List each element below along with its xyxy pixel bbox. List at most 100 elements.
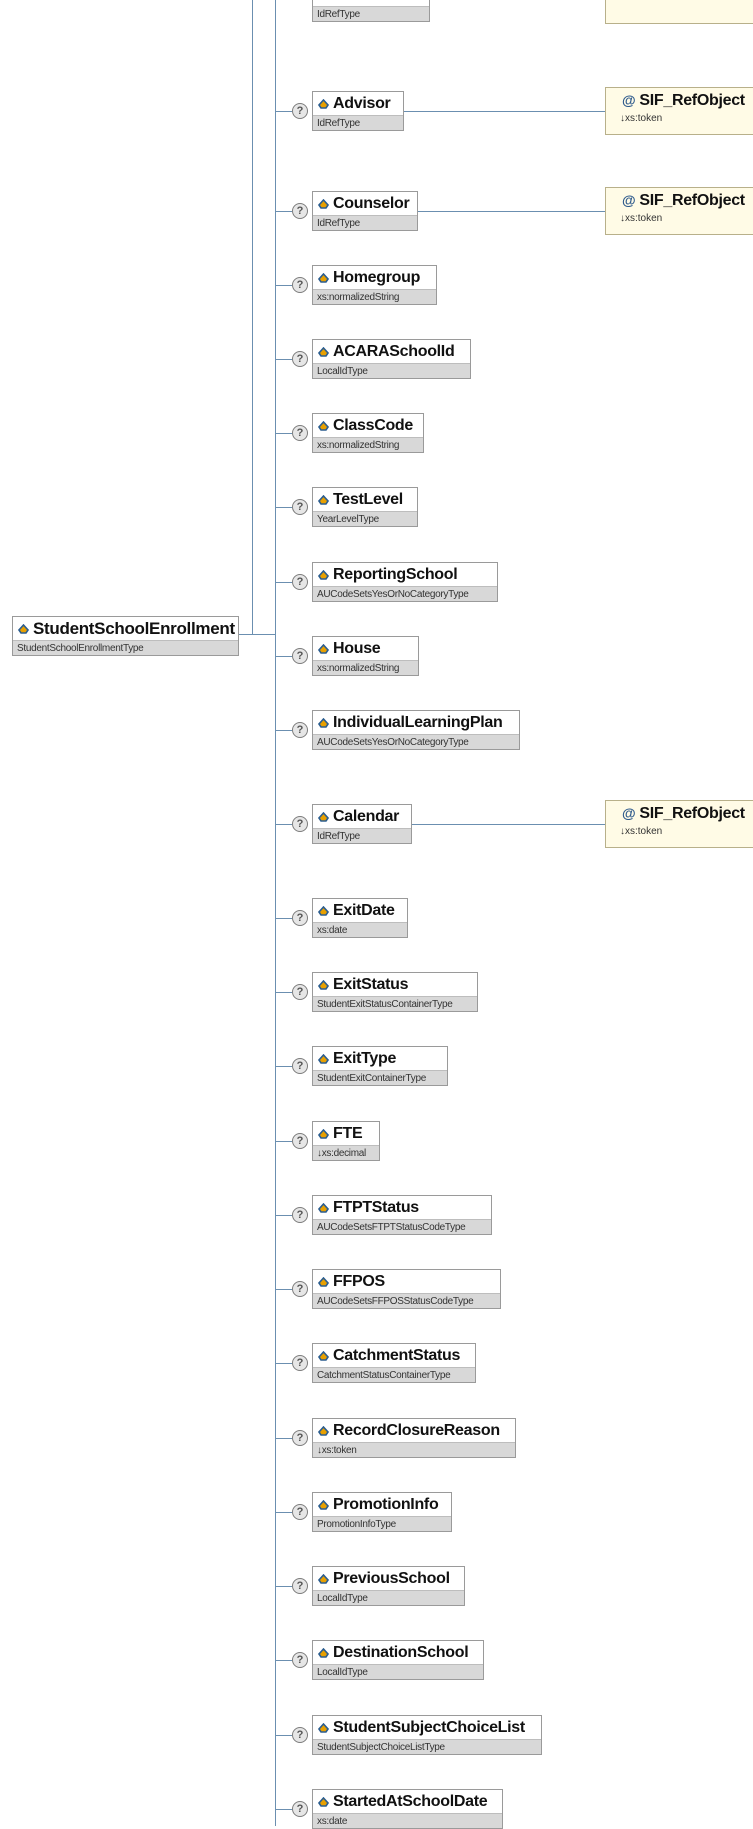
attribute-icon: @ (622, 92, 636, 108)
element-name: StudentSubjectChoiceList (333, 1718, 525, 1736)
element-box[interactable]: ExitDate xs:date (312, 898, 408, 938)
ref-object-name: SIF_RefObject (639, 92, 745, 109)
element-name: PreviousSchool (333, 1569, 450, 1587)
spine-branch-connector (275, 918, 292, 919)
ref-object-type: ↓xs:token (620, 113, 663, 124)
ref-connector (418, 211, 605, 212)
element-box[interactable]: FTE ↓xs:decimal (312, 1121, 380, 1161)
element-box[interactable]: PromotionInfo PromotionInfoType (312, 1492, 452, 1532)
element-type: StudentSubjectChoiceListType (313, 1739, 541, 1754)
element-type: StudentExitContainerType (313, 1070, 447, 1085)
element-icon (318, 1722, 329, 1733)
element-icon (318, 1128, 329, 1139)
ref-object-box[interactable]: @ SIF_RefObject ↓xs:token (605, 87, 753, 135)
optional-indicator-icon: ? (292, 1727, 308, 1743)
element-box[interactable]: PreviousSchool LocalIdType (312, 1566, 465, 1606)
element-box[interactable]: DestinationSchool LocalIdType (312, 1640, 484, 1680)
spine-branch-connector (275, 1066, 292, 1067)
element-icon (318, 420, 329, 431)
element-box[interactable]: RecordClosureReason ↓xs:token (312, 1418, 516, 1458)
element-name: ClassCode (333, 416, 413, 434)
optional-indicator-icon: ? (292, 1281, 308, 1297)
element-box[interactable]: Calendar IdRefType (312, 804, 412, 844)
ref-object-box[interactable]: @ SIF_RefObject ↓xs:token (605, 800, 753, 848)
element-type: xs:normalizedString (313, 660, 418, 675)
element-type: AUCodeSetsFTPTStatusCodeType (313, 1219, 491, 1234)
spine-branch-connector (275, 1660, 292, 1661)
element-box[interactable]: ACARASchoolId LocalIdType (312, 339, 471, 379)
element-box[interactable]: Counselor IdRefType (312, 191, 418, 231)
spine-branch-connector (275, 1215, 292, 1216)
element-icon (318, 346, 329, 357)
ref-connector (412, 824, 605, 825)
element-name: ExitType (333, 1049, 397, 1067)
optional-indicator-icon: ? (292, 1058, 308, 1074)
optional-indicator-icon: ? (292, 277, 308, 293)
element-icon (318, 811, 329, 822)
element-type: YearLevelType (313, 511, 417, 526)
root-element-box[interactable]: StudentSchoolEnrollment StudentSchoolEnr… (12, 616, 239, 656)
element-name: ExitDate (333, 901, 395, 919)
spine-branch-connector (275, 433, 292, 434)
spine-branch-connector (275, 1289, 292, 1290)
optional-indicator-icon: ? (292, 499, 308, 515)
spine-branch-connector (275, 582, 292, 583)
element-icon (318, 1202, 329, 1213)
element-type: AUCodeSetsYesOrNoCategoryType (313, 586, 497, 601)
element-box[interactable]: FTPTStatus AUCodeSetsFTPTStatusCodeType (312, 1195, 492, 1235)
element-type: StudentExitStatusContainerType (313, 996, 477, 1011)
element-box[interactable]: ClassCode xs:normalizedString (312, 413, 424, 453)
optional-indicator-icon: ? (292, 1207, 308, 1223)
element-box[interactable]: Advisor IdRefType (312, 91, 404, 131)
optional-indicator-icon: ? (292, 1355, 308, 1371)
element-icon (318, 1573, 329, 1584)
attribute-icon: @ (622, 192, 636, 208)
ref-object-box[interactable]: @ SIF_RefObject ↓xs:token (605, 187, 753, 235)
ref-object-type: ↓xs:token (620, 213, 663, 224)
element-name: CatchmentStatus (333, 1346, 461, 1364)
element-icon (318, 979, 329, 990)
element-name: FTE (333, 1124, 363, 1142)
element-icon (318, 272, 329, 283)
element-box[interactable]: ExitType StudentExitContainerType (312, 1046, 448, 1086)
partial-element-box[interactable]: IdRefType (312, 0, 430, 22)
element-icon (318, 98, 329, 109)
schema-diagram: StudentSchoolEnrollment StudentSchoolEnr… (0, 0, 753, 1829)
element-box[interactable]: House xs:normalizedString (312, 636, 419, 676)
element-name: PromotionInfo (333, 1495, 439, 1513)
element-box[interactable]: FFPOS AUCodeSetsFFPOSStatusCodeType (312, 1269, 501, 1309)
element-type: CatchmentStatusContainerType (313, 1367, 475, 1382)
partial-ref-box[interactable]: ↓xs:token (605, 0, 753, 24)
element-icon (318, 569, 329, 580)
optional-indicator-icon: ? (292, 1801, 308, 1817)
root-element-name: StudentSchoolEnrollment (33, 618, 235, 638)
element-icon (18, 623, 29, 634)
element-icon (318, 1425, 329, 1436)
element-box[interactable]: CatchmentStatus CatchmentStatusContainerT… (312, 1343, 476, 1383)
element-box[interactable]: ReportingSchool AUCodeSetsYesOrNoCategory… (312, 562, 498, 602)
optional-indicator-icon: ? (292, 722, 308, 738)
optional-indicator-icon: ? (292, 1504, 308, 1520)
element-box[interactable]: StudentSubjectChoiceList StudentSubjectCh… (312, 1715, 542, 1755)
element-box[interactable]: Homegroup xs:normalizedString (312, 265, 437, 305)
spine-branch-connector (275, 656, 292, 657)
optional-indicator-icon: ? (292, 910, 308, 926)
spine-branch-connector (275, 507, 292, 508)
element-type: LocalIdType (313, 363, 470, 378)
element-box[interactable]: TestLevel YearLevelType (312, 487, 418, 527)
spine-branch-connector (275, 285, 292, 286)
element-icon (318, 643, 329, 654)
element-box[interactable]: StartedAtSchoolDate xs:date (312, 1789, 503, 1829)
element-name: TestLevel (333, 490, 403, 508)
optional-indicator-icon: ? (292, 1578, 308, 1594)
element-name: Advisor (333, 94, 391, 112)
element-type: xs:normalizedString (313, 289, 436, 304)
element-box[interactable]: IndividualLearningPlan AUCodeSetsYesOrNoC… (312, 710, 520, 750)
element-name: StartedAtSchoolDate (333, 1792, 488, 1810)
spine-branch-connector (275, 1438, 292, 1439)
ref-connector (404, 111, 605, 112)
root-element-type: StudentSchoolEnrollmentType (13, 640, 238, 655)
partial-element-type: IdRefType (313, 6, 429, 21)
element-box[interactable]: ExitStatus StudentExitStatusContainerType (312, 972, 478, 1012)
optional-indicator-icon: ? (292, 103, 308, 119)
